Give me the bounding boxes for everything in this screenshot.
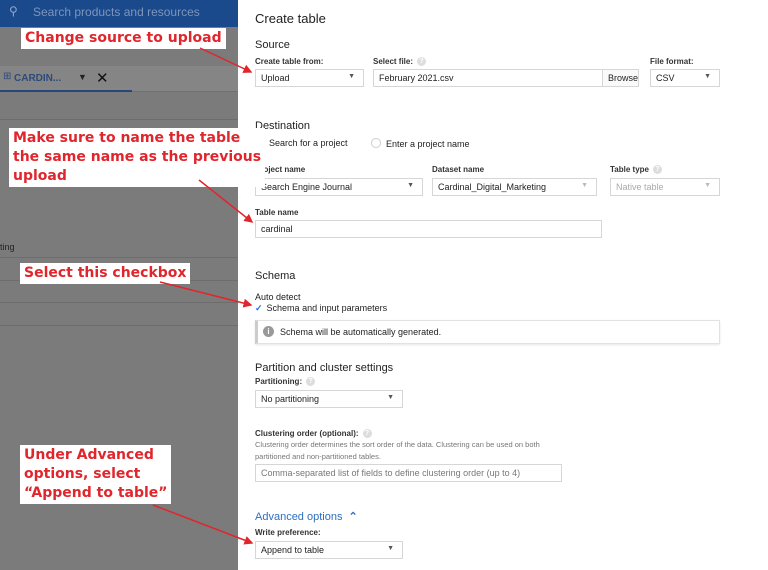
arrow-4 (152, 504, 254, 545)
annotation-arrows (152, 47, 254, 545)
arrow-3 (159, 281, 253, 308)
arrow-2 (198, 179, 254, 223)
arrow-1 (199, 47, 253, 73)
